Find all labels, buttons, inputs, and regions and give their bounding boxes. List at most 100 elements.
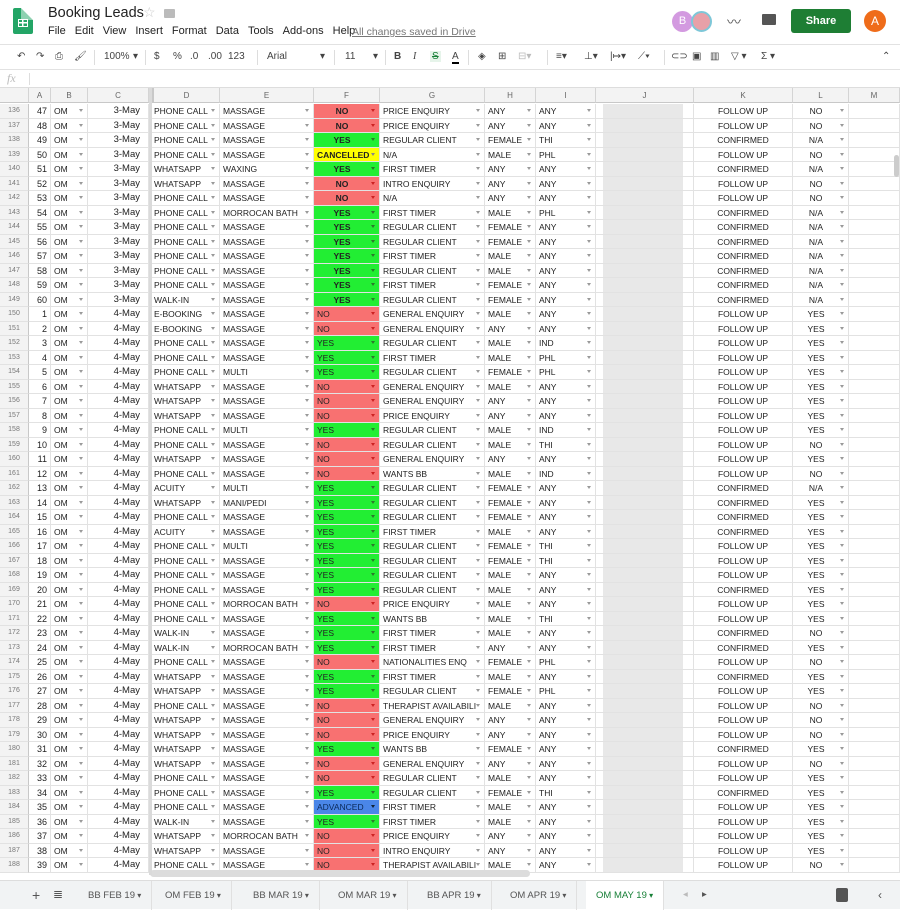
row-header[interactable]: 165 xyxy=(0,524,29,539)
cell-j[interactable] xyxy=(596,481,694,496)
cell-b[interactable]: OM xyxy=(51,771,88,786)
cell-j[interactable] xyxy=(596,698,694,713)
cell-j[interactable] xyxy=(596,611,694,626)
cell-m[interactable] xyxy=(849,495,900,510)
cell-c[interactable]: 4-May xyxy=(88,669,149,684)
cell-l[interactable]: YES xyxy=(793,669,849,684)
cell-a[interactable]: 47 xyxy=(29,104,51,119)
cell-m[interactable] xyxy=(849,727,900,742)
cell-d[interactable]: WHATSAPP xyxy=(151,843,220,858)
collaborator-avatar-b[interactable]: B xyxy=(672,11,693,32)
cell-e[interactable]: MASSAGE xyxy=(220,582,314,597)
menu-data[interactable]: Data xyxy=(216,25,239,37)
cell-e[interactable]: MASSAGE xyxy=(220,176,314,191)
cell-k[interactable]: FOLLOW UP xyxy=(694,814,793,829)
cell-g[interactable]: GENERAL ENQUIRY xyxy=(380,379,485,394)
column-header-c[interactable]: C xyxy=(88,88,149,103)
cell-c[interactable]: 3-May xyxy=(88,292,149,307)
cell-g[interactable]: REGULAR CLIENT xyxy=(380,336,485,351)
cell-d[interactable]: PHONE CALL xyxy=(151,278,220,293)
cell-h[interactable]: ANY xyxy=(485,452,536,467)
cell-e[interactable]: MASSAGE xyxy=(220,771,314,786)
cell-c[interactable]: 4-May xyxy=(88,727,149,742)
cell-d[interactable]: WHATSAPP xyxy=(151,756,220,771)
cell-k[interactable]: CONFIRMED xyxy=(694,582,793,597)
cell-m[interactable] xyxy=(849,234,900,249)
cell-k[interactable]: FOLLOW UP xyxy=(694,843,793,858)
cell-a[interactable]: 55 xyxy=(29,220,51,235)
cell-m[interactable] xyxy=(849,669,900,684)
cell-j[interactable] xyxy=(596,466,694,481)
cell-a[interactable]: 53 xyxy=(29,191,51,206)
cell-d[interactable]: PHONE CALL xyxy=(151,365,220,380)
cell-b[interactable]: OM xyxy=(51,684,88,699)
cell-h[interactable]: MALE xyxy=(485,626,536,641)
cell-g[interactable]: FIRST TIMER xyxy=(380,249,485,264)
cell-i[interactable]: ANY xyxy=(536,524,596,539)
cell-e[interactable]: MASSAGE xyxy=(220,452,314,467)
cell-a[interactable]: 9 xyxy=(29,423,51,438)
cell-e[interactable]: MASSAGE xyxy=(220,379,314,394)
cell-m[interactable] xyxy=(849,176,900,191)
cell-i[interactable]: ANY xyxy=(536,568,596,583)
cell-m[interactable] xyxy=(849,829,900,844)
cell-l[interactable]: YES xyxy=(793,553,849,568)
cell-j[interactable] xyxy=(596,771,694,786)
cell-j[interactable] xyxy=(596,640,694,655)
cell-m[interactable] xyxy=(849,249,900,264)
cell-e[interactable]: MASSAGE xyxy=(220,611,314,626)
cell-m[interactable] xyxy=(849,379,900,394)
status-cell[interactable]: NO xyxy=(314,307,380,322)
horizontal-align-icon[interactable]: ≡▾ xyxy=(556,51,567,62)
row-header[interactable]: 178 xyxy=(0,713,29,728)
cell-j[interactable] xyxy=(596,249,694,264)
cell-g[interactable]: FIRST TIMER xyxy=(380,626,485,641)
cell-g[interactable]: WANTS BB xyxy=(380,466,485,481)
cell-h[interactable]: ANY xyxy=(485,321,536,336)
cell-e[interactable]: MULTI xyxy=(220,481,314,496)
cell-l[interactable]: NO xyxy=(793,118,849,133)
row-header[interactable]: 150 xyxy=(0,307,29,322)
cell-h[interactable]: MALE xyxy=(485,669,536,684)
cell-h[interactable]: MALE xyxy=(485,582,536,597)
row-header[interactable]: 188 xyxy=(0,858,29,873)
cell-m[interactable] xyxy=(849,814,900,829)
cell-m[interactable] xyxy=(849,278,900,293)
cell-j[interactable] xyxy=(596,365,694,380)
cell-k[interactable]: FOLLOW UP xyxy=(694,437,793,452)
cell-b[interactable]: OM xyxy=(51,858,88,873)
cell-k[interactable]: FOLLOW UP xyxy=(694,655,793,670)
cell-m[interactable] xyxy=(849,394,900,409)
cell-d[interactable]: PHONE CALL xyxy=(151,466,220,481)
cell-b[interactable]: OM xyxy=(51,249,88,264)
cell-j[interactable] xyxy=(596,684,694,699)
cell-m[interactable] xyxy=(849,423,900,438)
cell-b[interactable]: OM xyxy=(51,655,88,670)
cell-i[interactable]: PHL xyxy=(536,205,596,220)
cell-g[interactable]: REGULAR CLIENT xyxy=(380,553,485,568)
cell-i[interactable]: ANY xyxy=(536,495,596,510)
share-button[interactable]: Share xyxy=(791,9,851,33)
row-header[interactable]: 167 xyxy=(0,553,29,568)
cell-d[interactable]: PHONE CALL xyxy=(151,510,220,525)
row-header[interactable]: 147 xyxy=(0,263,29,278)
cell-i[interactable]: ANY xyxy=(536,278,596,293)
cell-l[interactable]: NO xyxy=(793,437,849,452)
cell-l[interactable]: NO xyxy=(793,756,849,771)
cell-a[interactable]: 7 xyxy=(29,394,51,409)
column-header-i[interactable]: I xyxy=(536,88,596,103)
cell-l[interactable]: NO xyxy=(793,655,849,670)
cell-b[interactable]: OM xyxy=(51,162,88,177)
row-header[interactable]: 168 xyxy=(0,568,29,583)
cell-m[interactable] xyxy=(849,365,900,380)
cell-l[interactable]: YES xyxy=(793,452,849,467)
cell-c[interactable]: 4-May xyxy=(88,423,149,438)
cell-g[interactable]: PRICE ENQUIRY xyxy=(380,104,485,119)
add-sheet-icon[interactable]: + xyxy=(32,887,40,903)
cell-a[interactable]: 1 xyxy=(29,307,51,322)
cell-a[interactable]: 26 xyxy=(29,669,51,684)
cell-g[interactable]: N/A xyxy=(380,147,485,162)
cell-l[interactable]: N/A xyxy=(793,263,849,278)
row-header[interactable]: 173 xyxy=(0,640,29,655)
cell-g[interactable]: REGULAR CLIENT xyxy=(380,771,485,786)
